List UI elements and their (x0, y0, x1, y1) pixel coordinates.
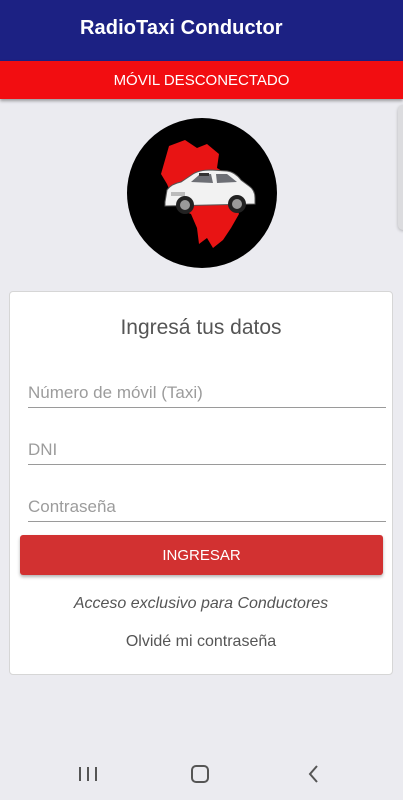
home-icon[interactable] (170, 748, 230, 800)
side-scroll-indicator (398, 105, 403, 230)
login-card: Ingresá tus datos INGRESAR Acceso exclus… (9, 291, 393, 675)
password-field-wrapper (28, 485, 386, 522)
connection-status-text: MÓVIL DESCONECTADO (113, 71, 290, 89)
dni-input[interactable] (28, 440, 386, 460)
mobile-number-field-wrapper (28, 371, 386, 408)
system-navigation-bar (0, 748, 403, 800)
mobile-number-input[interactable] (28, 383, 386, 403)
app-logo (127, 118, 277, 268)
login-button[interactable]: INGRESAR (20, 535, 383, 575)
recent-apps-icon[interactable] (58, 748, 118, 800)
connection-status-banner: MÓVIL DESCONECTADO (0, 61, 403, 99)
forgot-password-link[interactable]: Olvidé mi contraseña (10, 633, 392, 651)
password-input[interactable] (28, 497, 386, 517)
dni-field-wrapper (28, 428, 386, 465)
exclusive-access-note: Acceso exclusivo para Conductores (73, 595, 329, 612)
back-icon[interactable] (284, 748, 344, 800)
app-bar: RadioTaxi Conductor (0, 0, 403, 61)
app-title: RadioTaxi Conductor (80, 17, 283, 39)
login-heading: Ingresá tus datos (120, 316, 282, 339)
